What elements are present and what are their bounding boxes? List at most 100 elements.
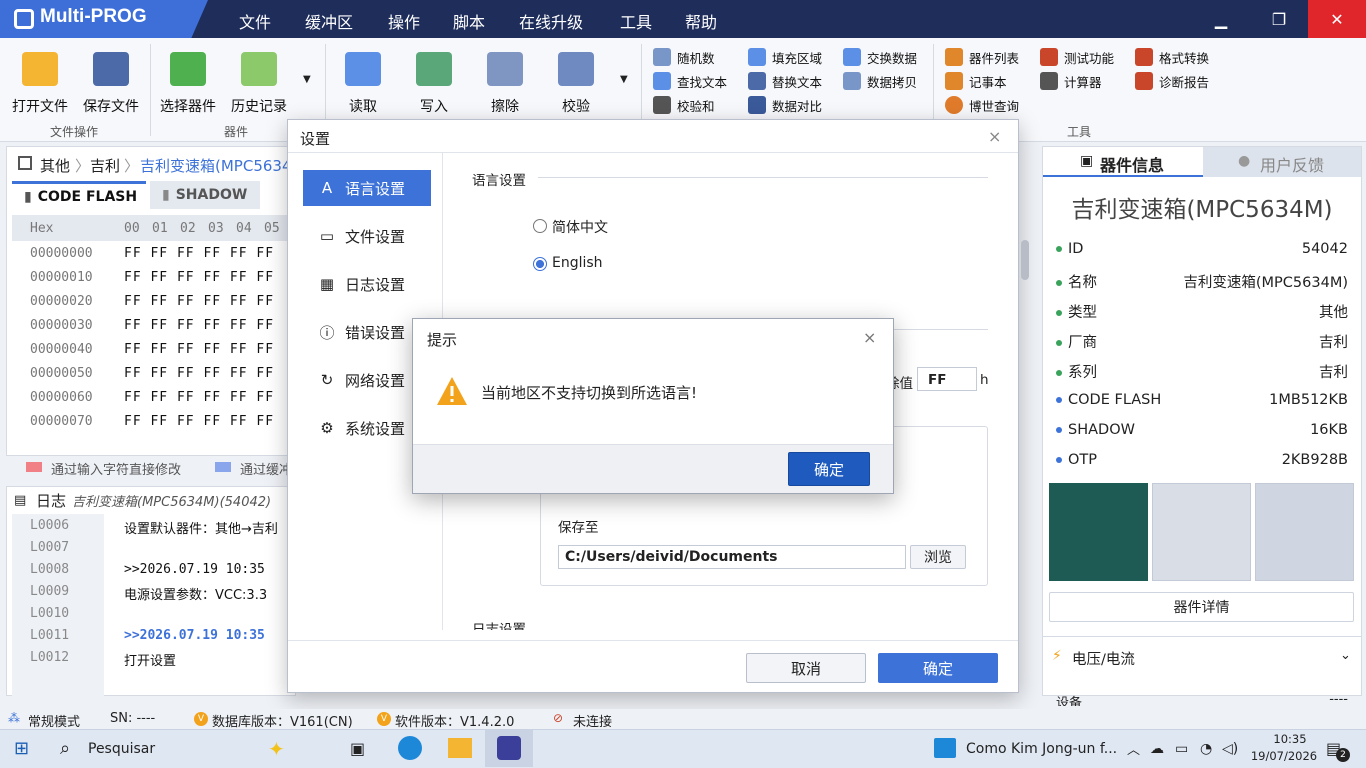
menu-buffer[interactable]: 缓冲区	[305, 9, 353, 33]
calendar-icon: ▦	[319, 275, 335, 293]
clock-time[interactable]: 10:35	[1260, 732, 1320, 746]
erase-value-input[interactable]: FF	[917, 367, 977, 391]
swap-data-button[interactable]: 交换数据	[843, 46, 917, 68]
divider	[1042, 636, 1362, 637]
device-detail-button[interactable]: 器件详情	[1049, 592, 1354, 622]
random-icon	[653, 48, 671, 66]
calculator-button[interactable]: 计算器	[1040, 70, 1102, 92]
diagnose-report-button[interactable]: 诊断报告	[1135, 70, 1209, 92]
browse-button[interactable]: 浏览	[910, 545, 966, 569]
chevron-up-icon[interactable]: ︿	[1127, 729, 1140, 768]
breadcrumb-other[interactable]: 其他	[40, 155, 70, 176]
read-button[interactable]: 读取	[328, 52, 398, 116]
hex-row-data[interactable]: FF FF FF FF FF FF	[124, 246, 274, 261]
hex-address: 00000000	[30, 246, 93, 261]
test-function-button[interactable]: 测试功能	[1040, 46, 1114, 68]
hex-row-data[interactable]: FF FF FF FF FF FF	[124, 366, 274, 381]
prop-row: SHADOW 16KB	[1056, 422, 1348, 438]
hex-row-data[interactable]: FF FF FF FF FF FF	[124, 390, 274, 405]
open-file-button[interactable]: 打开文件	[5, 52, 75, 116]
fill-area-button[interactable]: 填充区域	[748, 46, 822, 68]
alert-ok-button[interactable]: 确定	[788, 452, 870, 486]
breadcrumb-geely[interactable]: 吉利	[90, 155, 120, 176]
device-image-adapter[interactable]	[1049, 483, 1148, 581]
save-path-input[interactable]: C:/Users/deivid/Documents	[558, 545, 906, 569]
battery-icon[interactable]: ▭	[1175, 729, 1188, 768]
log-line-text: 电源设置参数：VCC:3.3	[124, 588, 268, 603]
taskbar-search-input[interactable]: Pesquisar	[88, 729, 155, 768]
menu-tools[interactable]: 工具	[620, 9, 652, 33]
log-line-number: L0009	[30, 584, 70, 599]
hex-row-data[interactable]: FF FF FF FF FF FF	[124, 294, 274, 309]
news-icon[interactable]	[934, 738, 956, 758]
device-name-title: 吉利变速箱(MPC5634M)	[1071, 197, 1333, 223]
write-button[interactable]: 写入	[399, 52, 469, 116]
hex-row-data[interactable]: FF FF FF FF FF FF	[124, 270, 274, 285]
hex-row-data[interactable]: FF FF FF FF FF FF	[124, 318, 274, 333]
lang-radio-en[interactable]	[533, 257, 547, 275]
maximize-icon[interactable]: ❐	[1250, 0, 1308, 38]
history-button[interactable]: 历史记录	[224, 52, 294, 116]
hex-row-data[interactable]: FF FF FF FF FF FF	[124, 342, 274, 357]
menu-help[interactable]: 帮助	[685, 9, 717, 33]
log-line-number: L0012	[30, 650, 70, 665]
checksum-button[interactable]: 校验和	[653, 94, 715, 116]
close-icon[interactable]: ✕	[1308, 0, 1366, 38]
search-icon[interactable]: ⌕	[60, 729, 70, 768]
device-list-button[interactable]: 器件列表	[945, 46, 1019, 68]
lang-radio-zh[interactable]	[533, 219, 547, 237]
task-view-icon[interactable]: ▣	[350, 729, 365, 768]
select-device-button[interactable]: 选择器件	[153, 52, 223, 116]
hex-row-data[interactable]: FF FF FF FF FF FF	[124, 414, 274, 429]
sparkle-icon[interactable]: ✦	[268, 729, 285, 768]
breadcrumb-separator: 〉	[124, 157, 140, 175]
replace-text-button[interactable]: 替换文本	[748, 70, 822, 92]
tab-user-feedback-label: 用户反馈	[1260, 156, 1325, 175]
windows-start-icon[interactable]: ⊞	[14, 729, 29, 768]
random-button[interactable]: 随机数	[653, 46, 715, 68]
close-icon[interactable]: ×	[863, 328, 876, 347]
multiprog-app-icon[interactable]	[497, 736, 521, 760]
format-convert-button[interactable]: 格式转换	[1135, 46, 1209, 68]
save-file-button[interactable]: 保存文件	[76, 52, 146, 116]
chevron-down-icon[interactable]: ▼	[303, 74, 311, 85]
data-copy-button[interactable]: 数据拷贝	[843, 70, 917, 92]
menu-script[interactable]: 脚本	[453, 9, 485, 33]
list-icon	[945, 48, 963, 66]
clock-date[interactable]: 19/07/2026	[1248, 749, 1320, 763]
settings-nav-file[interactable]: ▭ 文件设置	[303, 218, 431, 254]
device-image-pinout[interactable]	[1255, 483, 1354, 581]
edge-icon[interactable]	[398, 736, 422, 760]
wifi-icon[interactable]: ◔	[1200, 729, 1212, 768]
find-text-button[interactable]: 查找文本	[653, 70, 727, 92]
settings-ok-button[interactable]: 确定	[878, 653, 998, 683]
report-icon	[1135, 72, 1153, 90]
chevron-down-icon[interactable]: ▼	[620, 74, 628, 85]
user-icon: ●	[1238, 153, 1251, 169]
cloud-off-icon[interactable]: ☁	[1150, 729, 1164, 768]
device-image-board[interactable]	[1152, 483, 1251, 581]
scrollbar-thumb[interactable]	[1021, 240, 1029, 280]
minimize-icon[interactable]: ▁	[1192, 0, 1250, 38]
settings-nav-language[interactable]: A 语言设置	[303, 170, 431, 206]
menu-upgrade[interactable]: 在线升级	[519, 9, 583, 33]
file-explorer-icon[interactable]	[448, 738, 472, 758]
settings-nav-log[interactable]: ▦ 日志设置	[303, 266, 431, 302]
taskbar-news[interactable]: Como Kim Jong-un f...	[966, 729, 1117, 768]
breadcrumb-device[interactable]: 吉利变速箱(MPC5634	[140, 155, 288, 176]
verify-button[interactable]: 校验	[541, 52, 611, 116]
app-logo-icon	[14, 9, 34, 29]
bosch-query-button[interactable]: 博世查询	[945, 94, 1019, 116]
close-icon[interactable]: ×	[988, 127, 1001, 146]
tab-code-flash[interactable]: ▮ CODE FLASH	[12, 181, 146, 209]
menu-operate[interactable]: 操作	[388, 9, 420, 33]
erase-button[interactable]: 擦除	[470, 52, 540, 116]
volume-icon[interactable]: ◁)	[1222, 729, 1238, 768]
chevron-down-icon[interactable]: ⌄	[1340, 648, 1351, 663]
menu-file[interactable]: 文件	[239, 9, 271, 33]
notepad-button[interactable]: 记事本	[945, 70, 1007, 92]
tab-shadow[interactable]: ▮ SHADOW	[150, 181, 260, 209]
data-compare-button[interactable]: 数据对比	[748, 94, 822, 116]
settings-cancel-button[interactable]: 取消	[746, 653, 866, 683]
tab-icon: ▮	[24, 188, 32, 205]
